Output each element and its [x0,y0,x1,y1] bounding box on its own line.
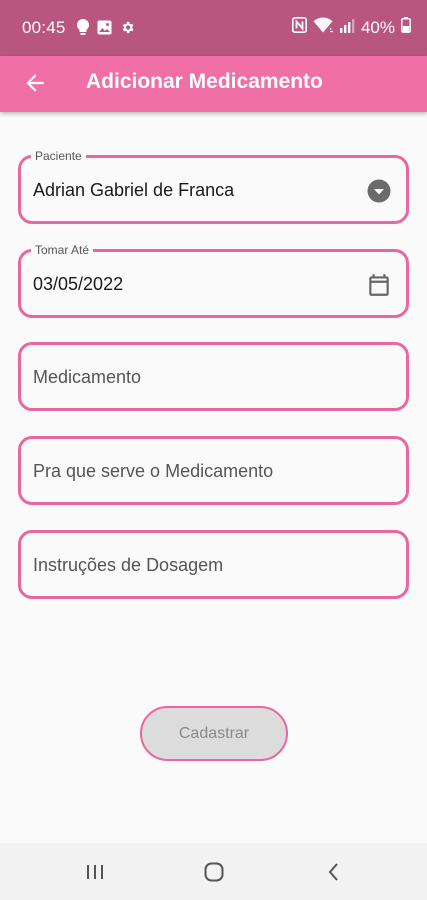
medication-input[interactable]: Medicamento [18,342,409,411]
dropdown-circle-icon[interactable] [366,178,392,204]
calendar-icon[interactable] [366,272,392,298]
dosage-placeholder: Instruções de Dosagem [33,555,224,575]
patient-dropdown[interactable]: Paciente Adrian Gabriel de Franca [18,149,409,224]
purpose-placeholder: Pra que serve o Medicamento [33,461,274,481]
take-until-value: 03/05/2022 [33,274,124,294]
dosage-instructions-input[interactable]: Instruções de Dosagem [18,530,409,599]
take-until-date-field[interactable]: Tomar Até 03/05/2022 [18,243,409,318]
wifi-icon [313,17,333,38]
settings-gear-icon [120,20,135,40]
arrow-left-icon[interactable] [22,70,48,96]
status-left-icons [76,18,135,40]
app-bar: Adicionar Medicamento [0,56,427,112]
medication-placeholder: Medicamento [33,367,142,387]
recents-icon[interactable] [83,860,107,884]
battery-icon [401,17,411,38]
status-bar: 00:45 40% [0,0,427,56]
status-right-icons: 40% [291,17,411,38]
take-until-label: Tomar Até [31,243,94,257]
back-chevron-icon[interactable] [322,860,346,884]
purpose-input[interactable]: Pra que serve o Medicamento [18,436,409,505]
submit-button[interactable]: Cadastrar [140,706,288,761]
lightbulb-icon [76,18,90,40]
patient-value: Adrian Gabriel de Franca [33,180,235,200]
nfc-icon [291,17,307,38]
signal-icon [339,18,355,38]
page-title: Adicionar Medicamento [86,70,323,93]
status-time: 00:45 [22,18,66,37]
gallery-icon [97,20,112,40]
navigation-bar [0,843,427,900]
home-icon[interactable] [202,860,226,884]
patient-label: Paciente [31,149,86,163]
battery-percentage: 40% [360,17,395,37]
